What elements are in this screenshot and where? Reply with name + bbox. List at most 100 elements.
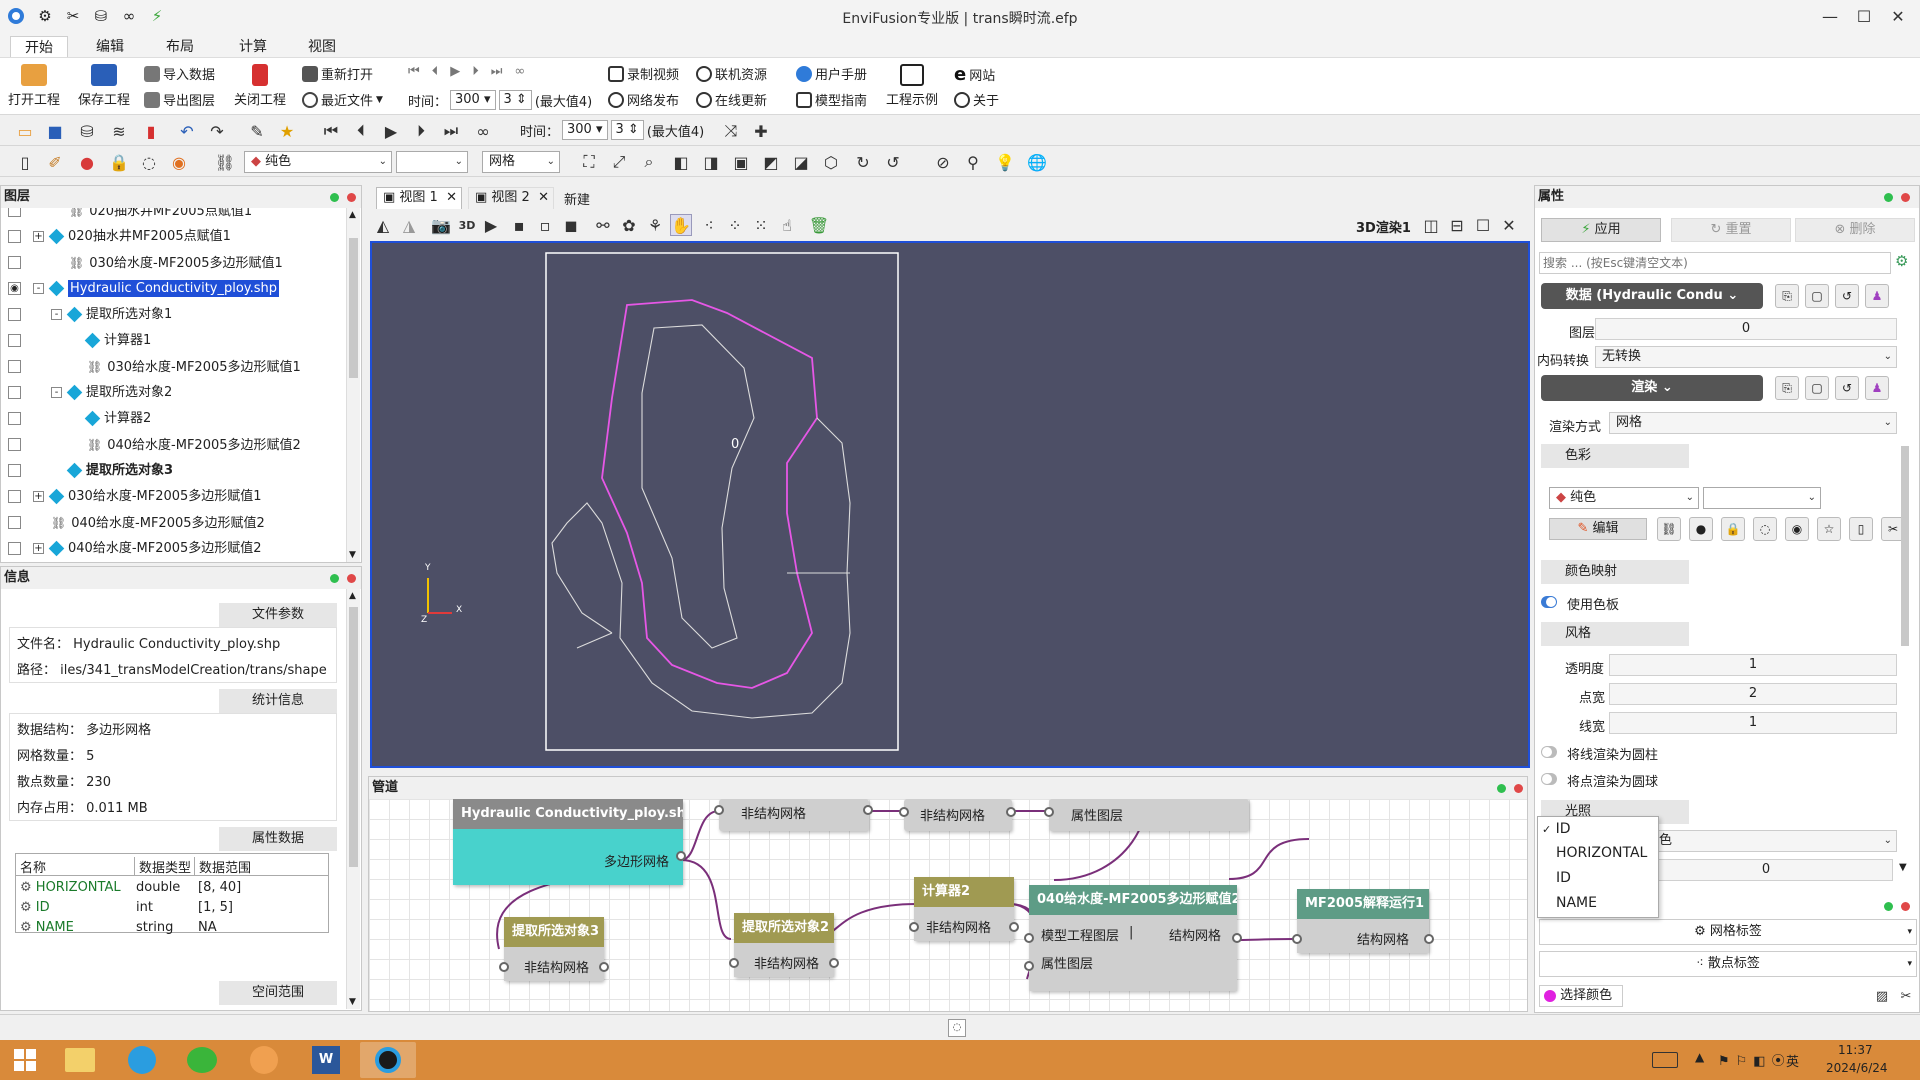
layer-item[interactable]: ⛓ 030给水度-MF2005多边形赋值1: [1, 354, 345, 380]
brush-icon[interactable]: ✐: [44, 151, 66, 173]
envifusion-taskbar-icon[interactable]: [360, 1042, 416, 1078]
node-calculator-2[interactable]: 计算器2 非结构网格: [909, 877, 1019, 941]
file-explorer-icon[interactable]: [52, 1042, 108, 1078]
points-box-icon[interactable]: ⁘: [724, 214, 746, 236]
clear-icon[interactable]: ▨: [1871, 985, 1893, 1007]
visibility-checkbox[interactable]: [8, 464, 21, 477]
camera-forward-icon[interactable]: ◮: [398, 214, 420, 236]
input-port[interactable]: [729, 958, 739, 968]
device-icon[interactable]: ▯: [1849, 517, 1873, 541]
model-guide-button[interactable]: 模型指南: [796, 90, 867, 109]
input-port[interactable]: [714, 805, 724, 815]
status-indicator-icon[interactable]: ◌: [948, 1019, 966, 1037]
close-icon[interactable]: ✕: [446, 188, 457, 208]
table-row[interactable]: ⚙ NAME string NA: [20, 920, 320, 935]
table-row[interactable]: ⚙ HORIZONTAL double [8, 40]: [20, 880, 320, 900]
first-frame-icon[interactable]: ⏮: [408, 64, 420, 79]
close-button[interactable]: ✕: [1880, 4, 1916, 30]
mesh-mode-select[interactable]: 网格 ⌄: [482, 151, 560, 173]
ime-label[interactable]: 英: [1786, 1051, 1799, 1070]
layer-item[interactable]: ⛓ 040给水度-MF2005多边形赋值2: [1, 510, 345, 536]
loop-icon[interactable]: ∞: [514, 64, 525, 79]
history-icon[interactable]: ↺: [1835, 376, 1859, 400]
time-combo[interactable]: 300 ▾: [450, 90, 496, 110]
field-select[interactable]: ⌄: [396, 151, 468, 173]
layer-item[interactable]: 计算器2: [1, 406, 345, 432]
camera-icon[interactable]: 📷: [430, 214, 452, 236]
output-port[interactable]: [863, 805, 873, 815]
line-width-field[interactable]: 1: [1609, 712, 1897, 734]
encoding-select[interactable]: 无转换 ⌄: [1595, 346, 1897, 368]
eye-icon[interactable]: ◉: [8, 282, 21, 295]
cylinder-icon[interactable]: ▯: [14, 151, 36, 173]
output-port[interactable]: [1009, 922, 1019, 932]
star-icon[interactable]: ★: [276, 120, 298, 142]
recent-files-button[interactable]: 最近文件 ▼: [302, 90, 383, 109]
dock-red-icon[interactable]: [1901, 902, 1910, 911]
output-port[interactable]: [1006, 807, 1016, 817]
maximize-button[interactable]: ☐: [1846, 4, 1882, 30]
marker-icon[interactable]: ⚲: [962, 151, 984, 173]
dock-red-icon[interactable]: [347, 193, 356, 202]
box-top-icon[interactable]: ◪: [790, 151, 812, 173]
tab-compute[interactable]: 计算: [229, 36, 277, 58]
keyboard-icon[interactable]: [1652, 1052, 1678, 1068]
layer-item[interactable]: ⛓ 020抽水井MF2005点赋值1: [1, 208, 345, 224]
props-scrollbar[interactable]: [1899, 446, 1911, 676]
box-front-icon[interactable]: ◧: [670, 151, 692, 173]
fit-icon[interactable]: ⛶: [578, 151, 600, 173]
expand-icon[interactable]: ⤢: [608, 151, 630, 173]
opacity-field[interactable]: 1: [1609, 654, 1897, 676]
visibility-checkbox[interactable]: [8, 516, 21, 529]
visibility-checkbox[interactable]: [8, 334, 21, 347]
online-update-button[interactable]: 在线更新: [696, 90, 767, 109]
info-scrollbar[interactable]: ▲ ▼: [346, 589, 360, 1009]
input-port[interactable]: [1024, 933, 1034, 943]
video-icon[interactable]: ▶: [480, 214, 502, 236]
palette-icon[interactable]: ●: [76, 151, 98, 173]
prev-frame-icon[interactable]: ⏴: [350, 120, 372, 142]
bulb-icon[interactable]: 💡: [994, 151, 1016, 173]
play-icon[interactable]: ▶: [450, 64, 460, 79]
table-row[interactable]: ⚙ ID int [1, 5]: [20, 900, 320, 920]
layers-scrollbar[interactable]: ▲ ▼: [346, 208, 360, 562]
save-project-button[interactable]: 保存工程: [76, 64, 132, 108]
star-icon[interactable]: ☆: [1817, 517, 1841, 541]
next-frame-icon[interactable]: ⏵: [472, 64, 479, 79]
visibility-checkbox[interactable]: [8, 490, 21, 503]
user-icon[interactable]: ♟: [1865, 284, 1889, 308]
step-spinner[interactable]: 3 ⇕: [498, 90, 532, 110]
network-publish-button[interactable]: 网络发布: [608, 90, 679, 109]
file-params-header[interactable]: 文件参数: [219, 603, 337, 627]
about-button[interactable]: 关于: [954, 90, 999, 109]
point-width-field[interactable]: 2: [1609, 683, 1897, 705]
loop-icon[interactable]: ∞: [472, 120, 494, 142]
select-color-button[interactable]: 选择颜色: [1539, 985, 1623, 1007]
node-attribute-layer[interactable]: 属性图层: [1044, 799, 1249, 831]
render-mode-label[interactable]: 3D渲染1: [1356, 217, 1411, 236]
select-rect-icon[interactable]: ▪: [508, 214, 530, 236]
solid-color-select[interactable]: ◆ 纯色 ⌄: [1549, 487, 1699, 509]
layer-item[interactable]: 提取所选对象3: [1, 458, 345, 484]
node-hydraulic-conductivity[interactable]: Hydraulic Conductivity_ploy.shp 多边形网格: [453, 799, 686, 885]
toolbar-time-combo[interactable]: 300 ▾: [562, 120, 608, 140]
point-spheres-toggle[interactable]: [1541, 773, 1557, 785]
circle-icon[interactable]: ◌: [138, 151, 160, 173]
data-group-button[interactable]: 数据 (Hydraulic Condu ⌄: [1541, 283, 1763, 309]
attr-col-name[interactable]: 名称: [20, 857, 46, 876]
layers-icon[interactable]: ≋: [108, 120, 130, 142]
dropdown-item-name[interactable]: NAME: [1556, 895, 1597, 911]
3d-icon[interactable]: 3D: [456, 214, 478, 236]
paste-icon[interactable]: ▢: [1805, 284, 1829, 308]
visibility-checkbox[interactable]: [8, 208, 21, 217]
visibility-checkbox[interactable]: [8, 542, 21, 555]
color-field-select[interactable]: ⌄: [1703, 487, 1821, 509]
select-sub-icon[interactable]: ◼: [560, 214, 582, 236]
copy-icon[interactable]: ⎘: [1775, 284, 1799, 308]
line-tubes-toggle[interactable]: [1541, 746, 1557, 758]
split-icon[interactable]: ⤨: [720, 120, 742, 142]
maximize-view-icon[interactable]: ☐: [1472, 214, 1494, 236]
box-back-icon[interactable]: ◨: [700, 151, 722, 173]
search-input[interactable]: [1539, 252, 1891, 274]
render-group-button[interactable]: 渲染 ⌄: [1541, 375, 1763, 401]
